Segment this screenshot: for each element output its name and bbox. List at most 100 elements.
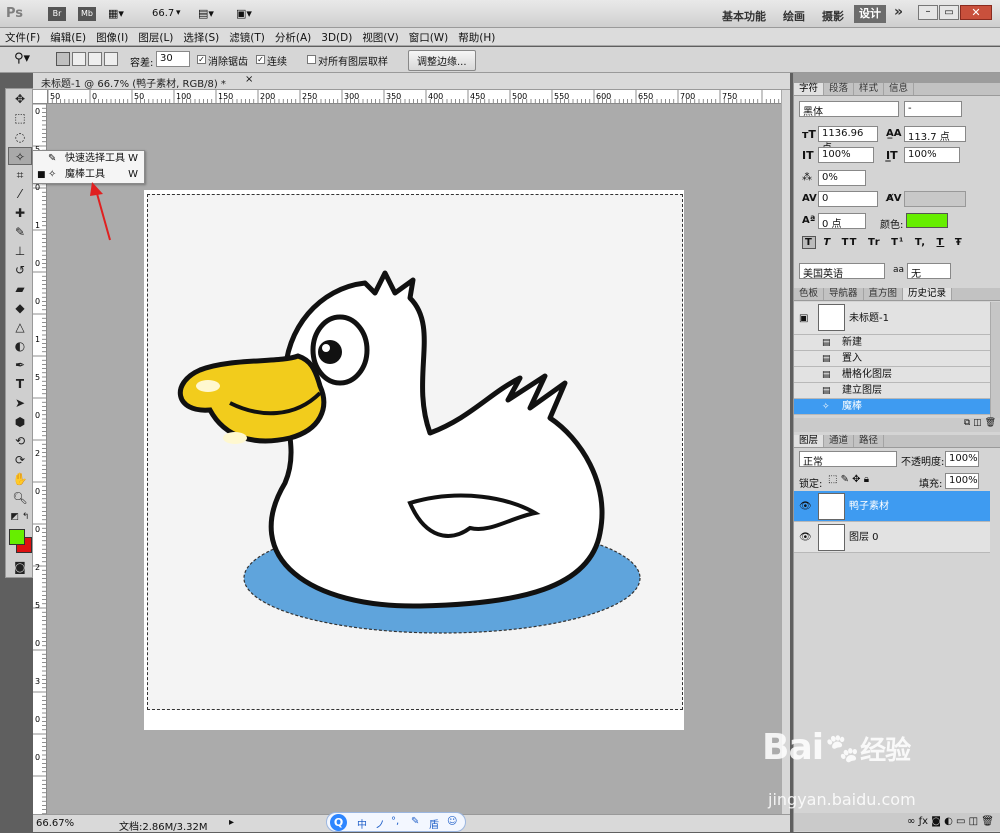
fill-input[interactable]: 100%	[945, 473, 979, 489]
menu-edit[interactable]: 编辑(E)	[45, 28, 91, 47]
ime-skin-icon[interactable]: 盾	[429, 816, 439, 831]
minimize-button[interactable]: –	[918, 5, 938, 20]
small-caps-button[interactable]: Tr	[865, 237, 884, 248]
underline-button[interactable]: T	[934, 237, 948, 248]
layer-row-selected[interactable]: 👁︎ 鸭子素材	[794, 491, 990, 522]
crop-tool-icon[interactable]: ⌗	[8, 166, 32, 184]
workspace-essentials[interactable]: 基本功能	[722, 8, 766, 24]
pen-tool-icon[interactable]: ✒	[8, 356, 32, 374]
shape-tool-icon[interactable]: ⬢	[8, 413, 32, 431]
contiguous-checkbox[interactable]: ✓	[256, 55, 265, 64]
menu-file[interactable]: 文件(F)	[0, 28, 45, 47]
zoom-level[interactable]: 66.7	[152, 8, 174, 19]
new-group-icon[interactable]: ▭	[956, 816, 965, 827]
tab-channels[interactable]: 通道	[824, 435, 855, 447]
3d-orbit-tool-icon[interactable]: ⟳	[8, 451, 32, 469]
tab-paths[interactable]: 路径	[854, 435, 885, 447]
antialias-checkbox[interactable]: ✓	[197, 55, 206, 64]
layer-style-icon[interactable]: ƒx	[919, 816, 928, 827]
flyout-quick-selection[interactable]: ✎ 快速选择工具 W	[33, 151, 144, 167]
workspace-painting[interactable]: 绘画	[783, 8, 805, 24]
leading-input[interactable]: 113.7 点	[904, 126, 966, 143]
document-tab[interactable]: 未标题-1 @ 66.7% (鸭子素材, RGB/8) * ×	[33, 73, 790, 90]
visibility-eye-icon[interactable]: 👁︎	[799, 522, 812, 553]
ime-tool-icon[interactable]: ✎	[411, 816, 419, 827]
faux-bold-button[interactable]: T	[802, 236, 816, 249]
new-layer-icon[interactable]: ◫	[969, 816, 978, 827]
ime-emoji-icon[interactable]: ☺	[447, 816, 457, 827]
tab-character[interactable]: 字符	[794, 83, 825, 95]
clone-stamp-tool-icon[interactable]: ⊥	[8, 242, 32, 260]
3d-rotate-tool-icon[interactable]: ⟲	[8, 432, 32, 450]
panel-dock-header[interactable]	[794, 73, 1000, 83]
new-document-from-state-icon[interactable]: ⧉	[964, 418, 970, 428]
blend-mode-select[interactable]: 正常	[799, 451, 897, 468]
delete-layer-icon[interactable]: 🗑︎	[981, 816, 994, 827]
vertical-ruler[interactable]: 050100150200250300	[33, 104, 47, 815]
brush-tool-icon[interactable]: ✎	[8, 223, 32, 241]
faux-italic-button[interactable]: T	[820, 237, 834, 248]
tab-styles[interactable]: 样式	[854, 83, 885, 95]
status-zoom[interactable]: 66.67%	[36, 818, 74, 829]
workspace-design[interactable]: 设计	[854, 5, 886, 23]
tab-navigator[interactable]: 导航器	[824, 288, 864, 300]
ime-logo-icon[interactable]: Q	[330, 814, 347, 831]
lasso-tool-icon[interactable]: ◌	[8, 128, 32, 146]
menu-window[interactable]: 窗口(W)	[404, 28, 454, 47]
antialias-method-select[interactable]: 无	[907, 263, 951, 280]
view-extras-icon[interactable]: ▦▾	[108, 7, 124, 20]
type-tool-icon[interactable]: T	[8, 375, 32, 393]
history-scrollbar[interactable]	[990, 302, 1000, 418]
delete-state-icon[interactable]: 🗑︎	[985, 418, 996, 428]
zoom-tool-icon[interactable]: 🔍︎	[8, 489, 32, 507]
text-color-swatch[interactable]	[906, 213, 948, 228]
layer-row[interactable]: 👁︎ 图层 0	[794, 522, 990, 553]
swap-colors-icon[interactable]: ◩ ↰	[8, 508, 32, 526]
ime-chinese-mode[interactable]: 中	[357, 816, 367, 831]
new-snapshot-icon[interactable]: ◫	[973, 418, 982, 428]
opacity-input[interactable]: 100%	[945, 451, 979, 467]
menu-image[interactable]: 图像(I)	[91, 28, 133, 47]
strikethrough-button[interactable]: Ŧ	[952, 237, 966, 248]
tsume-input[interactable]: 0%	[818, 170, 866, 186]
refine-edge-button[interactable]: 调整边缘...	[408, 50, 476, 71]
menu-layer[interactable]: 图层(L)	[133, 28, 178, 47]
menu-3d[interactable]: 3D(D)	[316, 30, 357, 46]
tolerance-input[interactable]: 30	[156, 51, 190, 67]
new-selection-icon[interactable]	[56, 52, 70, 66]
status-menu-icon[interactable]: ▸	[229, 817, 234, 828]
subscript-button[interactable]: T,	[912, 237, 929, 248]
visibility-eye-icon[interactable]: 👁︎	[799, 491, 812, 522]
ruler-origin[interactable]	[33, 90, 48, 104]
tab-paragraph[interactable]: 段落	[824, 83, 855, 95]
ime-punctuation-icon[interactable]: °,	[391, 816, 399, 827]
close-window-button[interactable]: ✕	[960, 5, 992, 20]
move-tool-icon[interactable]: ✥	[8, 90, 32, 108]
history-item[interactable]: ▤ 栅格化图层	[794, 367, 990, 383]
all-caps-button[interactable]: TT	[839, 237, 861, 248]
blur-tool-icon[interactable]: △	[8, 318, 32, 336]
vertical-scrollbar[interactable]	[781, 90, 790, 814]
hand-tool-icon[interactable]: ✋	[8, 470, 32, 488]
adjustment-layer-icon[interactable]: ◐	[944, 816, 953, 827]
eraser-tool-icon[interactable]: ▰	[8, 280, 32, 298]
more-workspaces-icon[interactable]: »	[894, 4, 903, 20]
language-select[interactable]: 美国英语	[799, 263, 885, 280]
baseline-shift-input[interactable]: 0 点	[818, 213, 866, 230]
tracking-input[interactable]	[904, 191, 966, 207]
bridge-icon[interactable]: Br	[48, 7, 66, 21]
history-item-selected[interactable]: ✧ 魔棒	[794, 399, 990, 415]
healing-brush-tool-icon[interactable]: ✚	[8, 204, 32, 222]
history-item[interactable]: ▤ 置入	[794, 351, 990, 367]
kerning-input[interactable]: 0	[818, 191, 878, 207]
link-layers-icon[interactable]: ∞	[907, 816, 915, 827]
tool-preset-picker-icon[interactable]: ⚲▾	[14, 51, 30, 66]
history-item[interactable]: ▤ 新建	[794, 335, 990, 351]
history-brush-tool-icon[interactable]: ↺	[8, 261, 32, 279]
path-selection-tool-icon[interactable]: ➤	[8, 394, 32, 412]
zoom-dropdown-icon[interactable]: ▾	[176, 8, 181, 18]
tab-layers[interactable]: 图层	[794, 435, 825, 447]
quick-mask-icon[interactable]: ◙	[8, 558, 32, 576]
screen-mode-icon[interactable]: ▣▾	[236, 7, 252, 20]
intersect-selection-icon[interactable]	[104, 52, 118, 66]
